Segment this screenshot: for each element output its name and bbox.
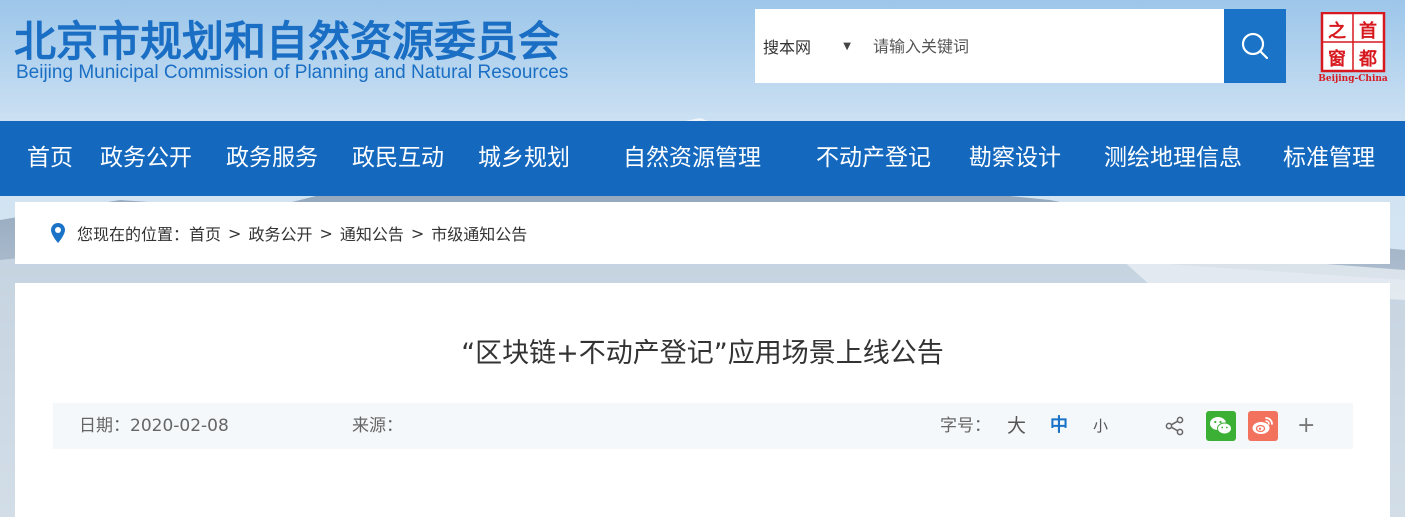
share-icon [1165,416,1184,436]
search-icon [1241,32,1269,60]
nav-item-real-estate-registration[interactable]: 不动产登记 [816,121,931,196]
nav-item-government-services[interactable]: 政务服务 [226,121,318,196]
font-size-medium-button[interactable]: 中 [1050,403,1068,449]
nav-item-public-interaction[interactable]: 政民互动 [352,121,444,196]
search-button[interactable] [1224,9,1286,83]
nav-item-survey-design[interactable]: 勘察设计 [969,121,1061,196]
more-share-button[interactable]: + [1297,403,1315,449]
chevron-down-icon: ▼ [843,40,851,52]
nav-item-standards[interactable]: 标准管理 [1283,121,1375,196]
weibo-share-button[interactable] [1248,411,1278,441]
nav-item-government-affairs[interactable]: 政务公开 [100,121,192,196]
search-box: 搜本网 ▼ [755,9,1224,83]
site-header: 北京市规划和自然资源委员会 Beijing Municipal Commissi… [0,0,1405,121]
svg-text:首: 首 [1359,20,1377,42]
breadcrumb-home[interactable]: 首页 [189,221,221,245]
wechat-icon [1210,417,1232,435]
nav-item-urban-rural-planning[interactable]: 城乡规划 [478,121,570,196]
search-scope-select[interactable]: 搜本网 ▼ [755,34,861,58]
main-nav: 首页 政务公开 政务服务 政民互动 城乡规划 自然资源管理 不动产登记 勘察设计… [0,121,1405,196]
location-pin-icon [51,223,65,243]
breadcrumb-notices[interactable]: 通知公告 [340,221,404,245]
breadcrumb-municipal-notices[interactable]: 市级通知公告 [431,221,527,245]
breadcrumb: 您现在的位置： 首页 > 政务公开 > 通知公告 > 市级通知公告 [15,202,1390,264]
article-title: “区块链+不动产登记”应用场景上线公告 [461,338,944,369]
site-title[interactable]: 北京市规划和自然资源委员会 [14,8,560,69]
breadcrumb-government-affairs[interactable]: 政务公开 [248,221,312,245]
nav-item-surveying-mapping[interactable]: 测绘地理信息 [1104,121,1242,196]
search-input[interactable] [861,26,1224,66]
font-size-label: 字号： [940,416,991,436]
nav-item-natural-resources[interactable]: 自然资源管理 [623,121,761,196]
svg-text:都: 都 [1358,49,1377,70]
wechat-share-button[interactable] [1206,411,1236,441]
font-size-small-button[interactable]: 小 [1093,403,1108,449]
svg-text:Beijing-China: Beijing-China [1318,74,1388,84]
capital-window-seal-logo[interactable]: 首 都 之 窗 Beijing-China [1318,11,1388,84]
site-subtitle: Beijing Municipal Commission of Planning… [16,62,569,83]
breadcrumb-separator: > [319,223,333,243]
breadcrumb-separator: > [228,223,242,243]
date-value: 2020-02-08 [130,416,229,436]
search-scope-label: 搜本网 [763,38,812,57]
date-label: 日期： [79,416,130,436]
article-panel: “区块链+不动产登记”应用场景上线公告 日期：2020-02-08 来源： 字号… [15,283,1390,517]
source-label: 来源： [352,416,403,436]
breadcrumb-separator: > [410,223,425,243]
weibo-icon [1252,417,1273,434]
date-info: 日期：2020-02-08 [79,403,229,449]
nav-item-home[interactable]: 首页 [27,121,73,196]
svg-text:之: 之 [1328,20,1346,42]
svg-text:窗: 窗 [1328,48,1346,70]
breadcrumb-prefix: 您现在的位置： [77,225,190,244]
share-button[interactable] [1160,411,1190,441]
article-info-bar: 日期：2020-02-08 来源： 字号： 大 中 小 + [53,403,1353,449]
font-size-large-button[interactable]: 大 [1007,403,1026,449]
